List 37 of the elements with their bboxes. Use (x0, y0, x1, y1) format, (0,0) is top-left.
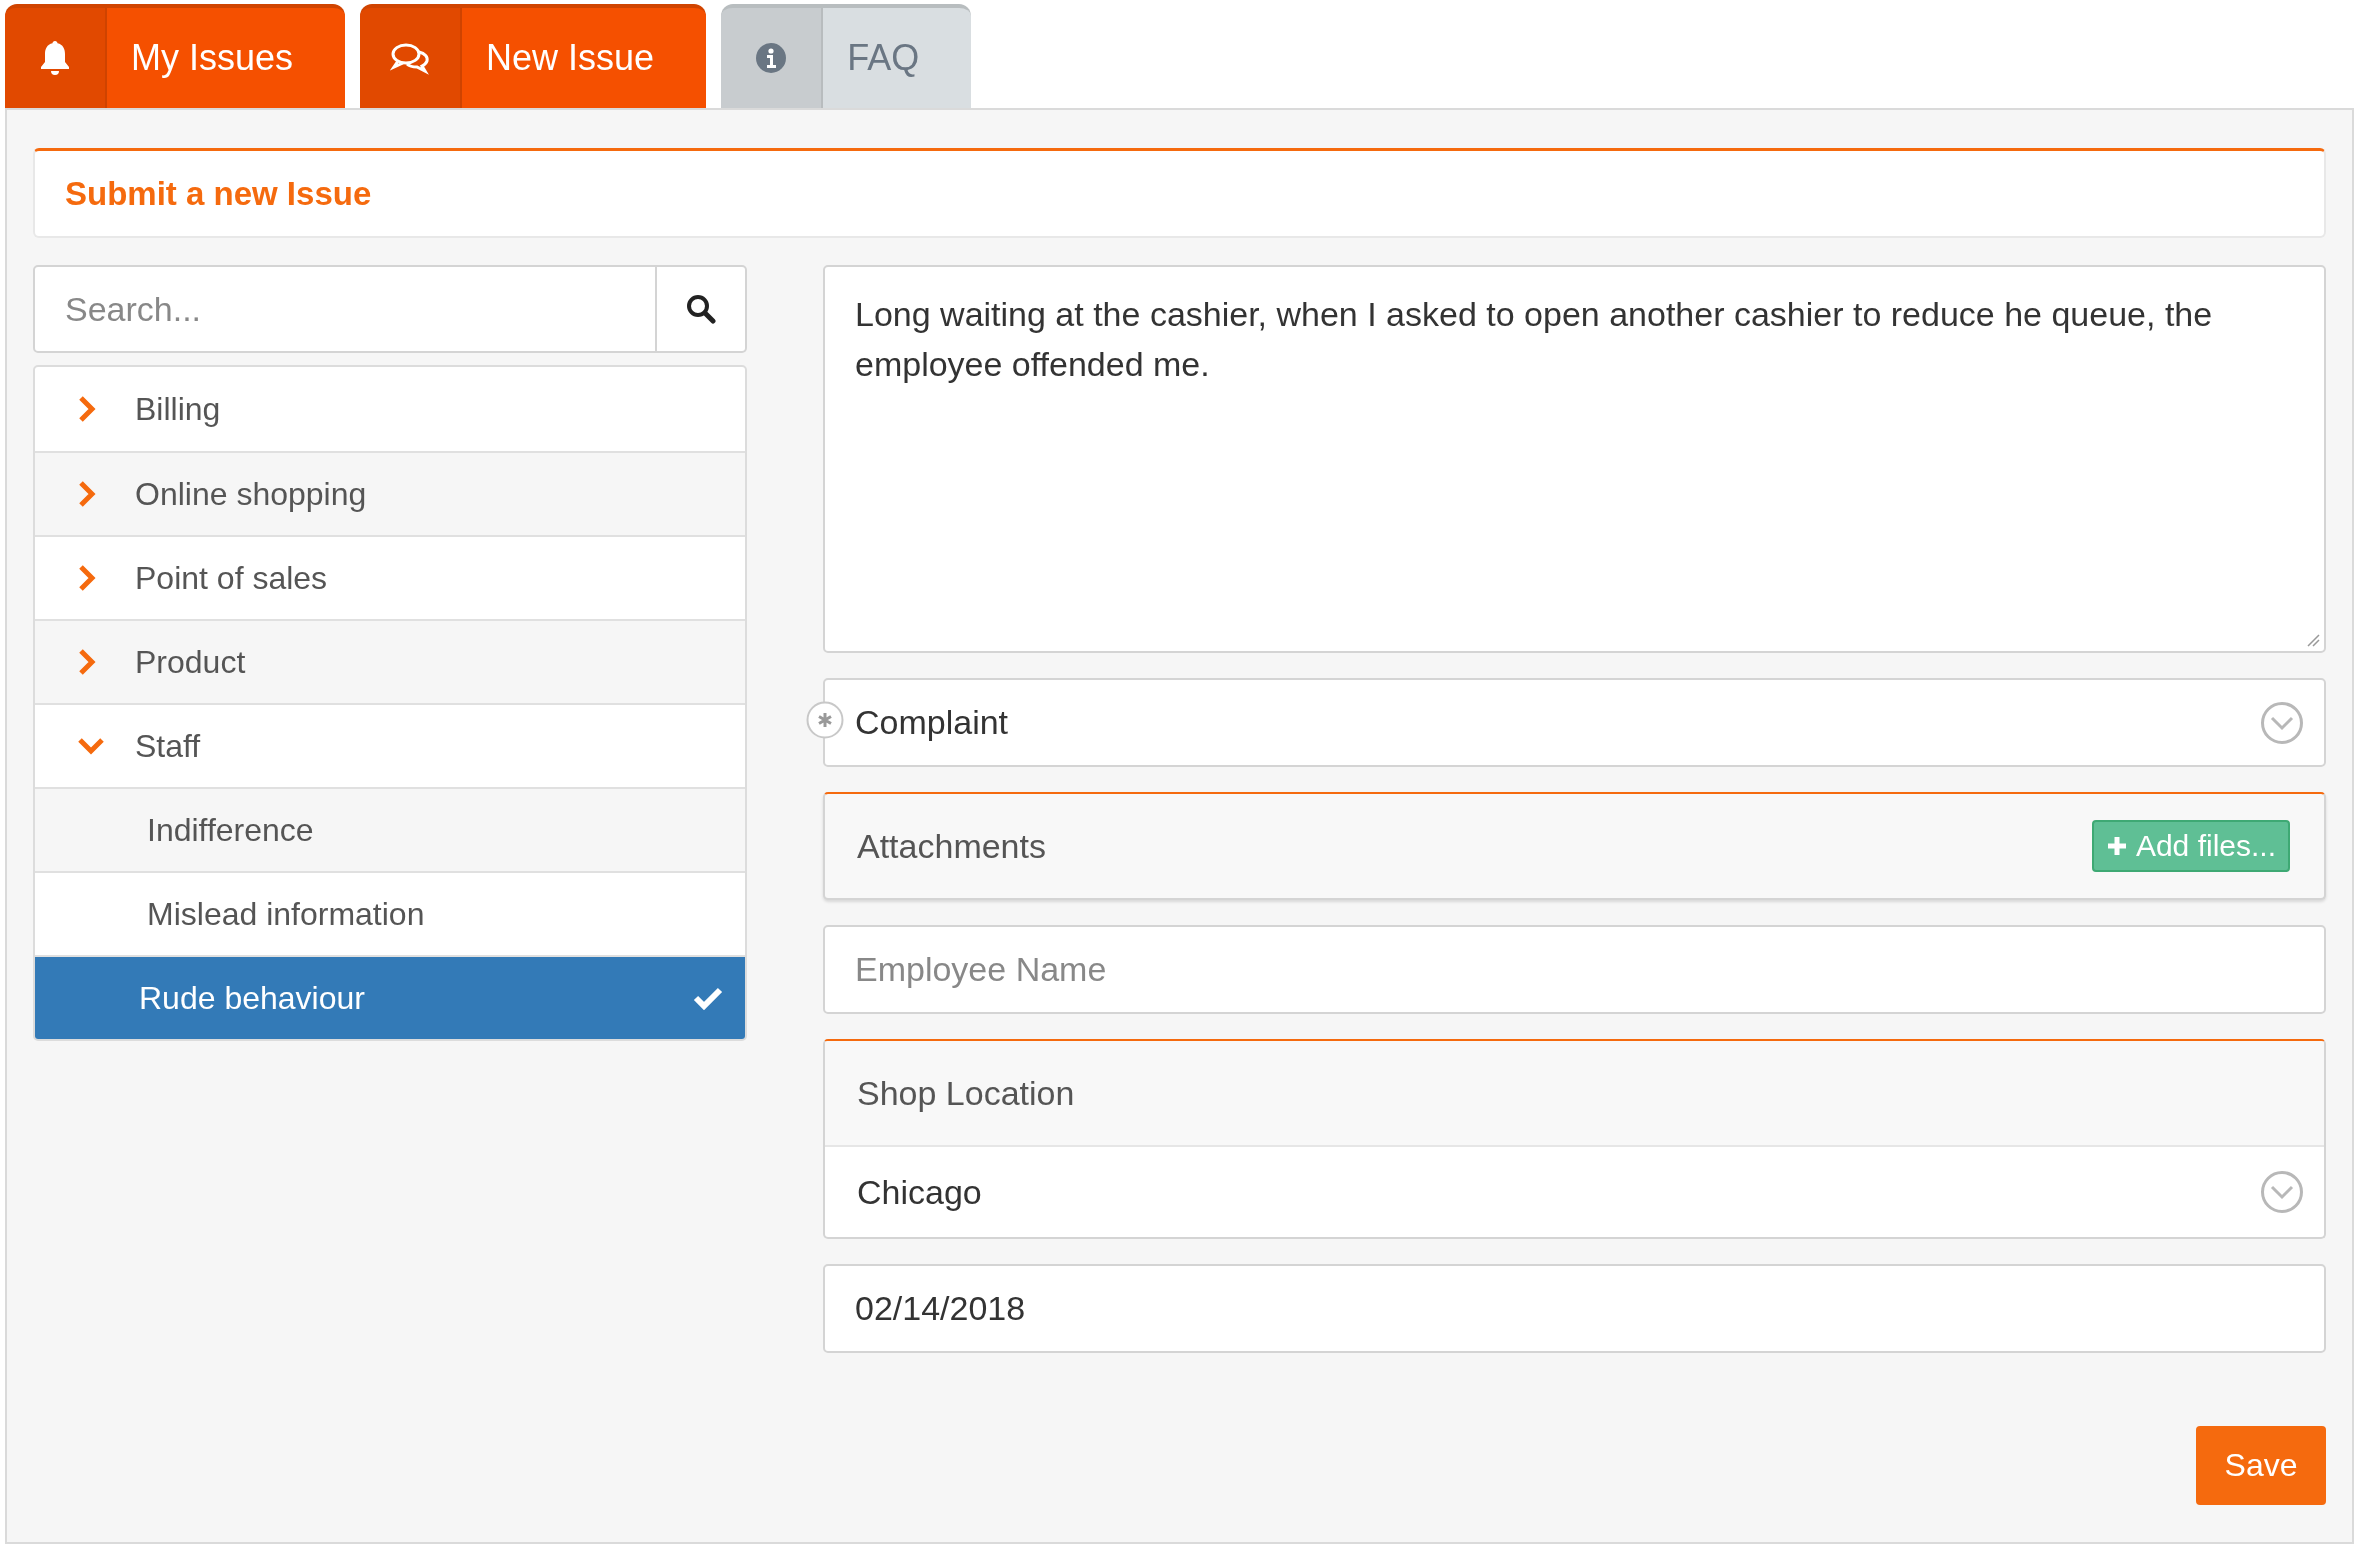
search-icon (686, 294, 716, 324)
chevron-circle-icon[interactable] (2260, 1170, 2304, 1214)
category-label: Online shopping (135, 475, 367, 513)
subcategory-item[interactable]: Rude behaviour (35, 955, 745, 1039)
description-text: Long waiting at the cashier, when I asked to open another cashier to reduce he queue, the employee offended me. (855, 295, 2213, 383)
chevron-right-icon (77, 648, 97, 676)
description-field[interactable]: Long waiting at the cashier, when I asked to open another cashier to reduce he queue, the employee offended me. (823, 265, 2326, 653)
category-label: Product (135, 643, 246, 681)
check-icon (693, 986, 723, 1010)
category-item[interactable]: Billing (35, 367, 745, 451)
plus-icon (2105, 835, 2128, 857)
tab[interactable]: New Issue (360, 4, 707, 108)
search-button[interactable] (657, 265, 747, 353)
chevron-down-icon (77, 736, 105, 756)
chevron-right-icon (77, 564, 97, 592)
bell-icon (38, 39, 72, 77)
info-icon (755, 42, 788, 74)
resize-grip-icon[interactable] (2306, 633, 2320, 647)
category-label: Point of sales (135, 559, 328, 597)
date-field[interactable]: 02/14/2018 (823, 1264, 2326, 1353)
chevron-circle-icon[interactable] (2260, 700, 2304, 745)
category-item[interactable]: Product (35, 619, 745, 703)
tab[interactable]: My Issues (5, 4, 346, 108)
category-label: Billing (135, 390, 221, 428)
search-field[interactable]: Search... (33, 265, 657, 353)
speech-bubbles-icon (390, 41, 431, 75)
panel-title: Submit a new Issue (65, 174, 372, 213)
attachments-label: Attachments (857, 826, 1046, 866)
shop-location-select[interactable]: Chicago (825, 1147, 2324, 1237)
shop-location-label: Shop Location (857, 1073, 1075, 1113)
chevron-right-icon (77, 395, 97, 423)
issue-type-select[interactable]: Complaint (823, 678, 2326, 767)
category-label: Staff (135, 727, 201, 765)
category-item[interactable]: Online shopping (35, 451, 745, 535)
subcategory-item[interactable]: Indifference (35, 787, 745, 871)
employee-name-field[interactable]: Employee Name (823, 925, 2326, 1014)
chevron-right-icon (77, 480, 97, 508)
